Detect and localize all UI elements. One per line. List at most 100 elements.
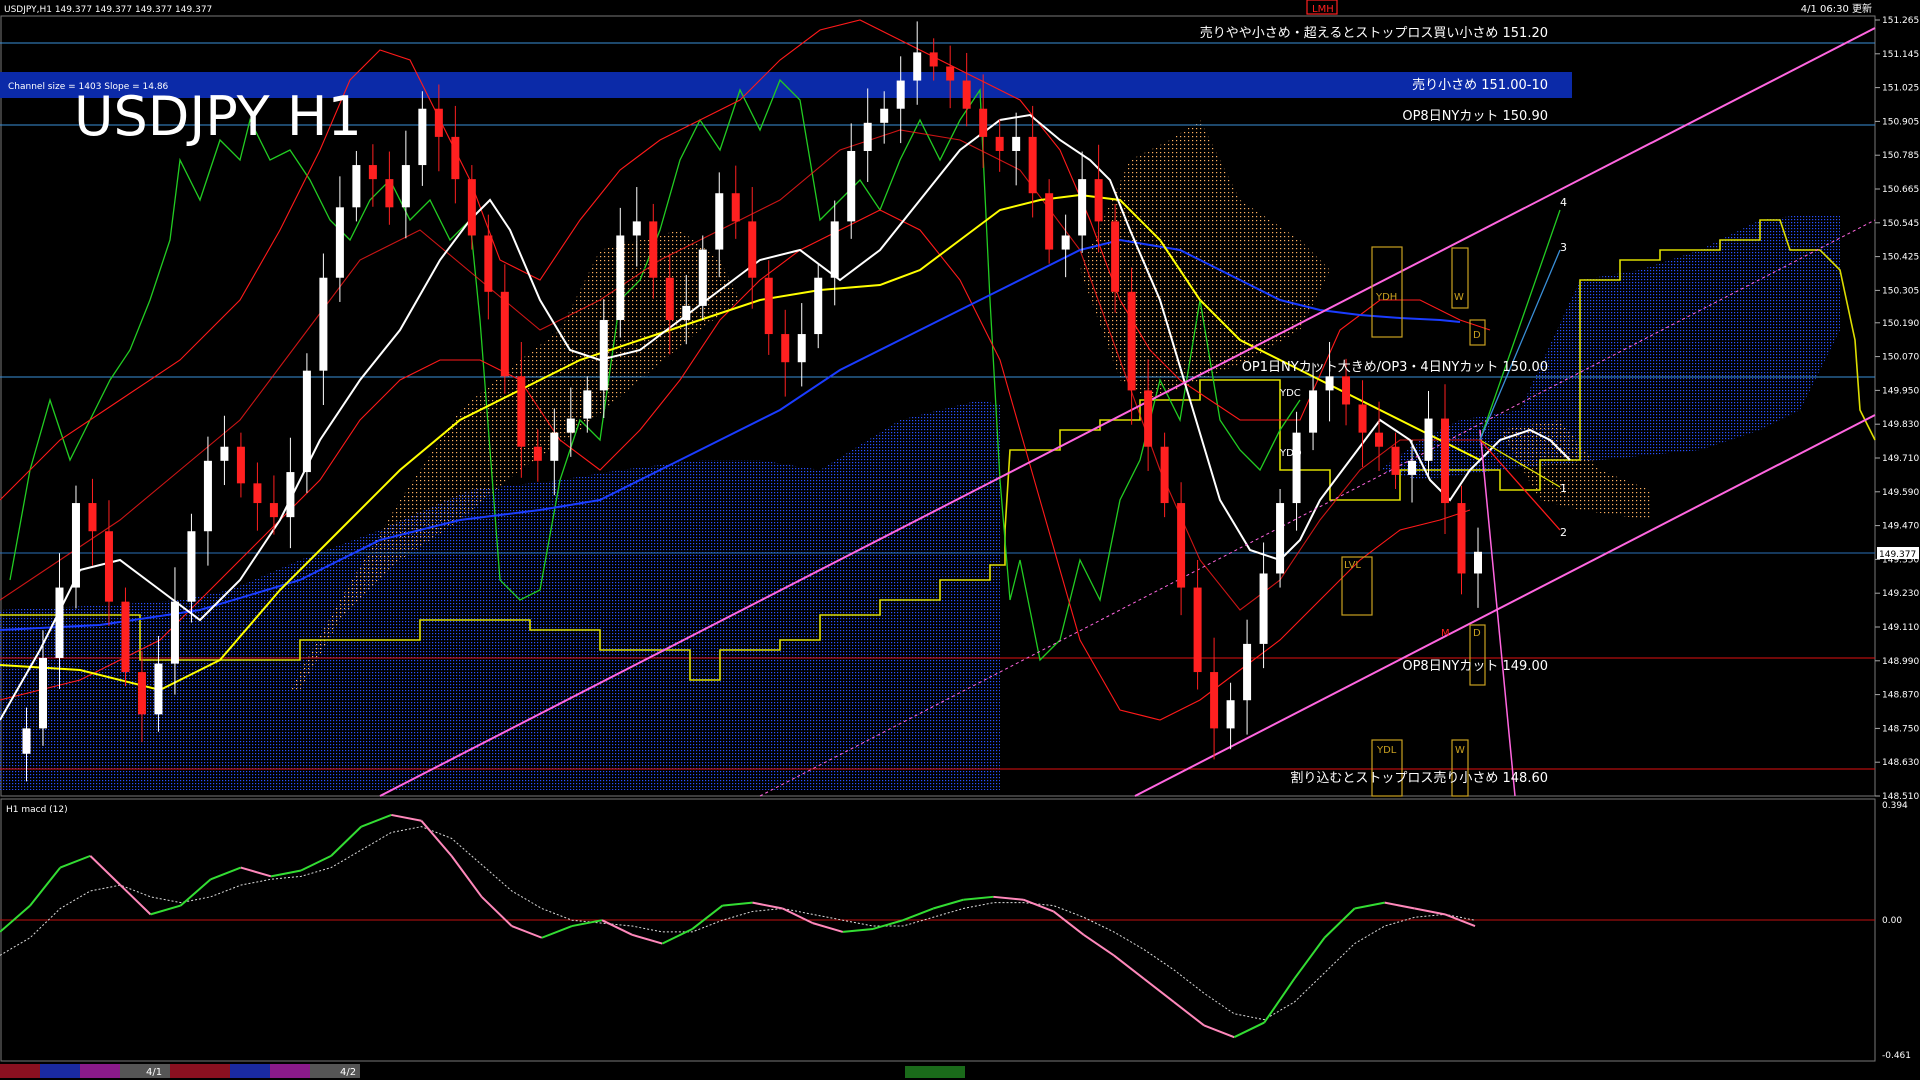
period-segment — [120, 1064, 170, 1078]
annotation-151-20: 売りやや小さめ・超えるとストップロス買い小さめ 151.20 — [1200, 25, 1548, 41]
candle-body — [847, 150, 856, 222]
box-label-ydc: YDC — [1279, 388, 1301, 399]
projection-label-3: 3 — [1560, 241, 1567, 254]
candle-body — [434, 108, 443, 137]
candle-body — [764, 277, 773, 335]
box-label-d: D — [1473, 330, 1481, 341]
price-tick-label: 149.230 — [1882, 589, 1919, 599]
candle-body — [418, 108, 427, 166]
candle-body — [929, 52, 938, 67]
candle-body — [1078, 179, 1087, 236]
candle-body — [71, 503, 80, 588]
price-tick-label: 148.750 — [1882, 724, 1919, 734]
price-tick-label: 151.145 — [1882, 50, 1919, 60]
price-tick-label: 150.785 — [1882, 151, 1919, 161]
candle-body — [632, 221, 641, 236]
candle-body — [1457, 503, 1466, 574]
macd-tick-label: 0.394 — [1882, 801, 1908, 811]
overlay-title: USDJPY H1 — [74, 85, 362, 148]
candle-body — [286, 472, 295, 518]
candle-body — [1408, 460, 1417, 475]
candle-body — [814, 277, 823, 335]
candle-body — [1094, 179, 1103, 222]
candle-body — [170, 601, 179, 664]
price-tick-label: 151.025 — [1882, 84, 1919, 94]
candle-body — [1474, 551, 1482, 574]
price-tick-label: 148.870 — [1882, 691, 1919, 701]
candle-body — [797, 334, 806, 363]
candle-body — [55, 587, 64, 658]
candle-body — [1160, 446, 1169, 504]
candle-body — [1309, 390, 1318, 433]
candle-body — [517, 376, 526, 447]
candle-body — [187, 531, 196, 602]
period-segment — [170, 1064, 230, 1078]
annotation-149-00: OP8日NYカット 149.00 — [1402, 659, 1548, 674]
candle-body — [253, 483, 262, 504]
candle-body — [1342, 376, 1351, 405]
candle-body — [616, 235, 625, 320]
box-label-ydo: YDO — [1279, 448, 1302, 459]
candle-body — [104, 531, 113, 602]
candle-body — [38, 657, 47, 729]
candle-body — [22, 728, 31, 754]
candle-body — [467, 179, 476, 236]
price-tick-label: 149.830 — [1882, 420, 1919, 430]
channel-info: Channel size = 1403 Slope = 14.86 — [8, 82, 169, 92]
candle-body — [830, 221, 839, 278]
candle-body — [500, 291, 509, 377]
price-tick-label: 149.590 — [1882, 488, 1919, 498]
candle-body — [236, 446, 245, 484]
box-label-ydl: YDL — [1376, 745, 1397, 756]
candle-body — [269, 503, 278, 518]
candle-body — [1243, 643, 1252, 701]
candle-body — [715, 193, 724, 250]
period-segment — [230, 1064, 270, 1078]
period-segment — [80, 1064, 120, 1078]
header-info: USDJPY,H1 149.377 149.377 149.377 149.37… — [4, 5, 212, 15]
candle-body — [896, 80, 905, 109]
last-price-label: 149.377 — [1879, 550, 1916, 560]
box-label-m: M — [1441, 628, 1450, 639]
date-label-4-1: 4/1 — [146, 1067, 162, 1078]
annotation-148-60: 割り込むとストップロス売り小さめ 148.60 — [1290, 770, 1548, 786]
candle-body — [913, 52, 922, 81]
candle-body — [1424, 418, 1433, 461]
candle-body — [995, 136, 1004, 151]
candle-body — [203, 460, 212, 532]
price-tick-label: 149.110 — [1882, 623, 1919, 633]
price-tick-label: 149.710 — [1882, 454, 1919, 464]
candle-body — [352, 165, 361, 208]
box-label-d-lower: D — [1473, 628, 1481, 639]
candle-body — [781, 334, 790, 363]
price-tick-label: 150.545 — [1882, 219, 1919, 229]
candle-body — [1210, 672, 1219, 729]
date-label-4-2: 4/2 — [340, 1067, 356, 1078]
price-tick-label: 150.070 — [1882, 353, 1919, 363]
price-tick-label: 150.665 — [1882, 185, 1919, 195]
candle-body — [1045, 193, 1054, 250]
price-tick-label: 148.990 — [1882, 657, 1919, 667]
price-tick-label: 150.190 — [1882, 319, 1919, 329]
candle-body — [1012, 136, 1021, 151]
candle-body — [979, 108, 988, 137]
box-label-w: W — [1454, 292, 1464, 303]
period-segment — [905, 1066, 965, 1078]
candle-body — [451, 136, 460, 180]
candle-body — [1292, 432, 1301, 504]
candle-body — [368, 165, 377, 180]
candle-body — [731, 193, 740, 222]
candle-body — [566, 418, 575, 433]
candle-body — [1193, 587, 1202, 673]
projection-label-2: 2 — [1560, 526, 1567, 539]
projection-label-4: 4 — [1560, 196, 1567, 209]
period-segment — [40, 1064, 80, 1078]
candle-body — [401, 165, 410, 208]
candle-body — [533, 446, 542, 461]
candle-body — [319, 277, 328, 371]
candle-body — [1375, 432, 1384, 447]
box-label-lmh: LMH — [1312, 4, 1334, 15]
macd-tick-label: -0.461 — [1882, 1051, 1911, 1061]
candle-body — [880, 108, 889, 123]
candle-body — [1358, 404, 1367, 433]
